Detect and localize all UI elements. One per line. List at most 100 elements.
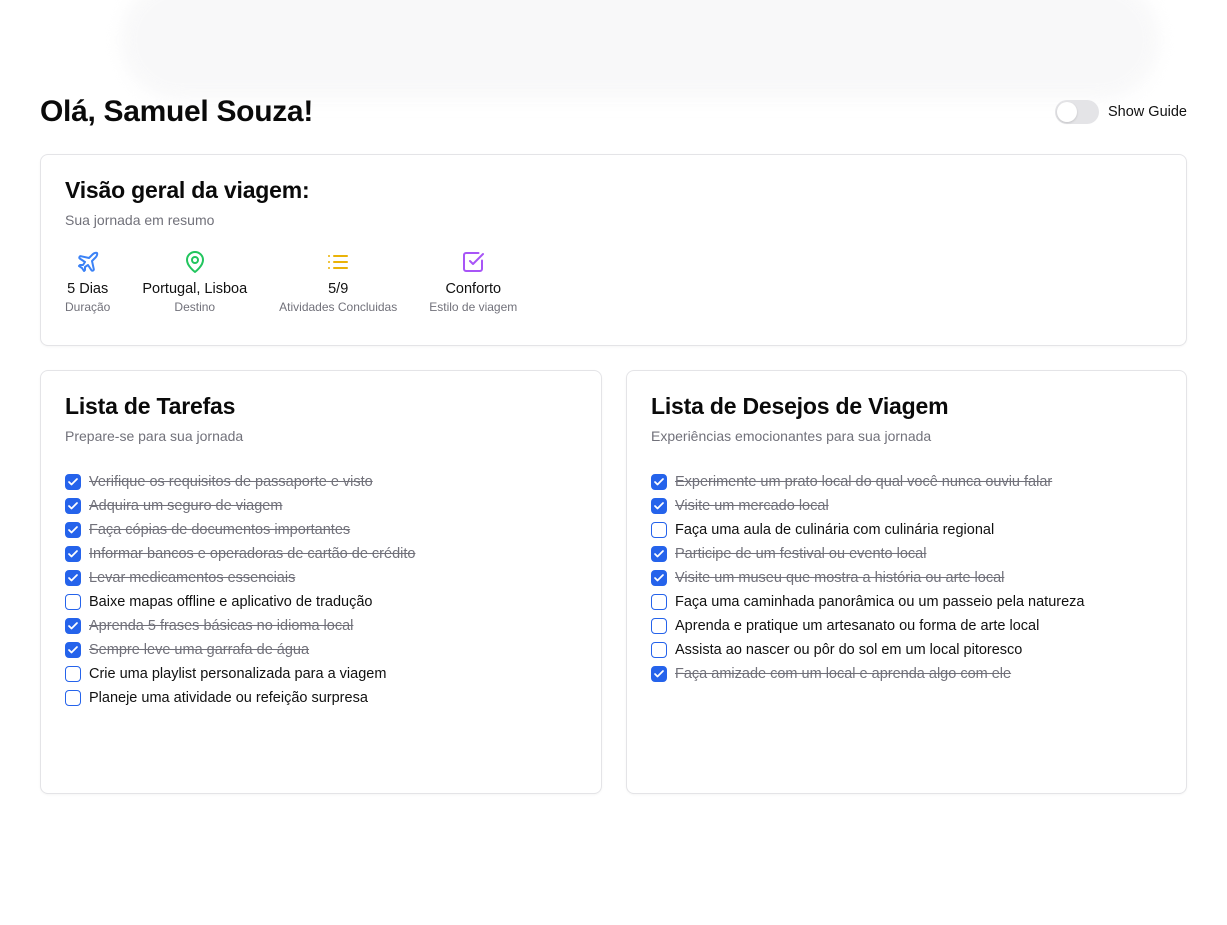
checklist-item[interactable]: Aprenda 5 frases básicas no idioma local [65, 614, 577, 638]
checklist-item[interactable]: Planeje uma atividade ou refeição surpre… [65, 686, 577, 710]
stat-destination: Portugal, Lisboa Destino [142, 250, 247, 314]
checklist-item-label: Visite um mercado local [675, 498, 829, 514]
overview-title: Visão geral da viagem: [65, 177, 310, 203]
checklist-item[interactable]: Sempre leve uma garrafa de água [65, 638, 577, 662]
checklist-item-label: Adquira um seguro de viagem [89, 498, 283, 514]
wishlist-subtitle: Experiências emocionantes para sua jorna… [651, 428, 932, 444]
checklist-item[interactable]: Participe de um festival ou evento local [651, 542, 1162, 566]
checked-checkbox[interactable] [65, 498, 81, 514]
stat-value: Conforto [445, 281, 502, 297]
stat-duration: 5 Dias Duração [65, 250, 110, 314]
top-decorative-glow [120, 0, 1160, 100]
checked-checkbox[interactable] [65, 642, 81, 658]
show-guide-toggle[interactable]: Show Guide [1055, 100, 1187, 124]
unchecked-checkbox[interactable] [65, 594, 81, 610]
checklist-item[interactable]: Crie uma playlist personalizada para a v… [65, 662, 577, 686]
toggle-knob [1057, 102, 1077, 122]
map-pin-icon [185, 251, 204, 273]
check-icon [654, 670, 664, 678]
checked-checkbox[interactable] [651, 546, 667, 562]
stat-value: 5/9 [328, 281, 349, 297]
checklist-item[interactable]: Baixe mapas offline e aplicativo de trad… [65, 590, 577, 614]
checklist-item-label: Faça uma caminhada panorâmica ou um pass… [675, 594, 1085, 610]
unchecked-checkbox[interactable] [65, 666, 81, 682]
checklist-item[interactable]: Levar medicamentos essenciais [65, 566, 577, 590]
checklist-item-label: Informar bancos e operadoras de cartão d… [89, 546, 416, 562]
wishlist-title: Lista de Desejos de Viagem [651, 393, 949, 419]
toggle-switch[interactable] [1055, 100, 1099, 124]
page-title: Olá, Samuel Souza! [40, 95, 314, 128]
checklist-item-label: Visite um museu que mostra a história ou… [675, 570, 1005, 586]
trip-overview-card: Visão geral da viagem: Sua jornada em re… [40, 154, 1187, 346]
stat-label: Estilo de viagem [429, 300, 518, 314]
checked-checkbox[interactable] [65, 546, 81, 562]
stat-label: Atividades Concluidas [279, 300, 398, 314]
stat-travel-style: Conforto Estilo de viagem [429, 250, 517, 314]
page-header: Olá, Samuel Souza! Show Guide [40, 92, 1187, 132]
checklist-item-label: Aprenda e pratique um artesanato ou form… [675, 618, 1040, 634]
checklist-item[interactable]: Faça cópias de documentos importantes [65, 518, 577, 542]
check-icon [68, 550, 78, 558]
checklist-item[interactable]: Informar bancos e operadoras de cartão d… [65, 542, 577, 566]
checklist-item[interactable]: Verifique os requisitos de passaporte e … [65, 470, 577, 494]
checklist-item[interactable]: Experimente um prato local do qual você … [651, 470, 1162, 494]
unchecked-checkbox[interactable] [651, 522, 667, 538]
checklist-item[interactable]: Faça uma caminhada panorâmica ou um pass… [651, 590, 1162, 614]
checked-checkbox[interactable] [651, 498, 667, 514]
stat-value: 5 Dias [67, 281, 109, 297]
list-icon [328, 255, 349, 269]
unchecked-checkbox[interactable] [65, 690, 81, 706]
check-icon [654, 502, 664, 510]
checked-checkbox[interactable] [651, 474, 667, 490]
checklist-item-label: Crie uma playlist personalizada para a v… [89, 666, 387, 682]
checklist-item-label: Planeje uma atividade ou refeição surpre… [89, 690, 368, 706]
check-square-icon [463, 252, 485, 272]
check-icon [68, 622, 78, 630]
stat-label: Duração [65, 300, 111, 314]
checklist-item[interactable]: Assista ao nascer ou pôr do sol em um lo… [651, 638, 1162, 662]
checklist-item[interactable]: Visite um mercado local [651, 494, 1162, 518]
checklist-item-label: Faça cópias de documentos importantes [89, 522, 351, 538]
check-icon [68, 526, 78, 534]
todo-title: Lista de Tarefas [65, 393, 236, 419]
check-icon [654, 550, 664, 558]
checked-checkbox[interactable] [651, 570, 667, 586]
checked-checkbox[interactable] [65, 618, 81, 634]
check-icon [654, 478, 664, 486]
todo-list-card: Lista de Tarefas Prepare-se para sua jor… [40, 370, 602, 794]
unchecked-checkbox[interactable] [651, 594, 667, 610]
check-icon [68, 502, 78, 510]
checklist-item-label: Aprenda 5 frases básicas no idioma local [89, 618, 354, 634]
check-icon [68, 574, 78, 582]
checklist-item[interactable]: Aprenda e pratique um artesanato ou form… [651, 614, 1162, 638]
checked-checkbox[interactable] [65, 474, 81, 490]
checked-checkbox[interactable] [651, 666, 667, 682]
checklist-item-label: Sempre leve uma garrafa de água [89, 642, 310, 658]
checklist-item-label: Experimente um prato local do qual você … [675, 474, 1053, 490]
checklist-item-label: Faça uma aula de culinária com culinária… [675, 522, 995, 538]
checked-checkbox[interactable] [65, 570, 81, 586]
checklist-item[interactable]: Faça uma aula de culinária com culinária… [651, 518, 1162, 542]
unchecked-checkbox[interactable] [651, 642, 667, 658]
unchecked-checkbox[interactable] [651, 618, 667, 634]
checklist-item-label: Baixe mapas offline e aplicativo de trad… [89, 594, 373, 610]
checklist-item[interactable]: Visite um museu que mostra a história ou… [651, 566, 1162, 590]
overview-stats: 5 Dias Duração Portugal, Lisboa Destino … [65, 250, 1162, 314]
plane-icon [77, 251, 98, 272]
todo-subtitle: Prepare-se para sua jornada [65, 428, 244, 444]
overview-subtitle: Sua jornada em resumo [65, 212, 215, 228]
check-icon [68, 646, 78, 654]
wishlist-checklist: Experimente um prato local do qual você … [651, 470, 1162, 686]
check-icon [654, 574, 664, 582]
checklist-item-label: Verifique os requisitos de passaporte e … [89, 474, 373, 490]
todo-checklist: Verifique os requisitos de passaporte e … [65, 470, 577, 710]
check-icon [68, 478, 78, 486]
checklist-item-label: Levar medicamentos essenciais [89, 570, 296, 586]
checklist-item-label: Faça amizade com um local e aprenda algo… [675, 666, 1012, 682]
show-guide-label: Show Guide [1108, 104, 1187, 120]
checked-checkbox[interactable] [65, 522, 81, 538]
checklist-item[interactable]: Adquira um seguro de viagem [65, 494, 577, 518]
stat-activities: 5/9 Atividades Concluidas [279, 250, 397, 314]
wishlist-card: Lista de Desejos de Viagem Experiências … [626, 370, 1187, 794]
checklist-item[interactable]: Faça amizade com um local e aprenda algo… [651, 662, 1162, 686]
